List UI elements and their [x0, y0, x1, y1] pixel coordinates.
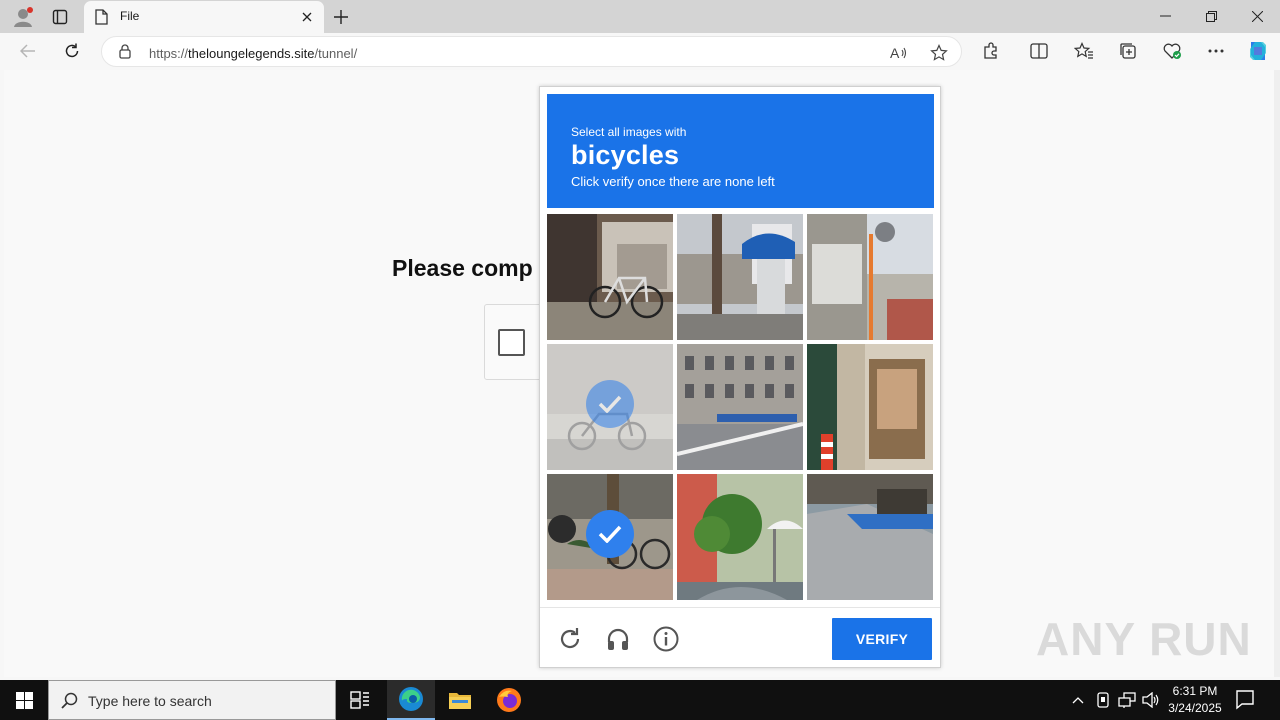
watermark: ANY RUN: [1036, 613, 1252, 665]
collections-icon[interactable]: [1113, 36, 1143, 66]
add-favorite-icon[interactable]: [927, 41, 951, 65]
image-tile-5[interactable]: [677, 344, 803, 470]
page-heading: Please comp: [392, 255, 533, 281]
captcha-challenge: Select all images with bicycles Click ve…: [539, 86, 941, 668]
image-tile-4[interactable]: [547, 344, 673, 470]
browser-essentials-icon[interactable]: [1157, 36, 1187, 66]
clock-time: 6:31 PM: [1172, 684, 1218, 698]
address-bar[interactable]: https://theloungelegends.site/tunnel/ A: [101, 36, 962, 67]
tab-title: File: [120, 9, 140, 23]
url-host: theloungelegends.site: [188, 46, 315, 61]
lock-icon[interactable]: [119, 44, 131, 64]
close-tab-icon[interactable]: [298, 8, 316, 26]
restore-button[interactable]: [1188, 0, 1234, 32]
challenge-subtitle: Select all images with: [571, 125, 687, 139]
start-button[interactable]: [0, 680, 48, 720]
file-icon: [95, 9, 108, 30]
file-explorer-icon[interactable]: [436, 680, 484, 720]
search-placeholder: Type here to search: [88, 693, 212, 709]
challenge-header: Select all images with bicycles Click ve…: [547, 94, 934, 208]
task-view-icon[interactable]: [336, 680, 384, 720]
show-hidden-icons[interactable]: [1067, 690, 1089, 710]
tab-strip: File: [0, 0, 1280, 33]
tab-actions-icon[interactable]: [45, 4, 75, 30]
extensions-icon[interactable]: [976, 36, 1006, 66]
challenge-footer: VERIFY: [540, 607, 940, 667]
svg-text:A: A: [890, 45, 900, 61]
image-tile-2[interactable]: [677, 214, 803, 340]
image-tile-6[interactable]: [807, 344, 933, 470]
captcha-checkbox[interactable]: [498, 329, 525, 356]
audio-challenge-icon[interactable]: [603, 624, 633, 654]
browser-tab[interactable]: File: [84, 1, 324, 33]
image-tile-8[interactable]: [677, 474, 803, 600]
read-aloud-icon[interactable]: A: [887, 41, 911, 65]
challenge-instruction: Click verify once there are none left: [571, 174, 775, 189]
copilot-icon[interactable]: [1243, 36, 1273, 66]
refresh-icon[interactable]: [555, 624, 585, 654]
challenge-target-word: bicycles: [571, 140, 680, 170]
back-button[interactable]: [13, 36, 43, 66]
reload-button[interactable]: [57, 36, 87, 66]
volume-icon[interactable]: [1140, 690, 1162, 710]
taskbar-search[interactable]: Type here to search: [48, 680, 336, 720]
image-tile-9[interactable]: [807, 474, 933, 600]
info-icon[interactable]: [651, 624, 681, 654]
minimize-button[interactable]: [1142, 0, 1188, 32]
device-icon[interactable]: [1092, 690, 1114, 710]
edge-taskbar-icon[interactable]: [387, 680, 435, 720]
url-text: https://theloungelegends.site/tunnel/: [149, 46, 358, 61]
image-tile-3[interactable]: [807, 214, 933, 340]
more-options-icon[interactable]: [1201, 36, 1231, 66]
split-screen-icon[interactable]: [1024, 36, 1054, 66]
system-clock[interactable]: 6:31 PM 3/24/2025: [1160, 683, 1230, 717]
image-tile-1[interactable]: [547, 214, 673, 340]
taskbar: Type here to search 6:31 PM 3/24/2025: [0, 680, 1280, 720]
selected-check-icon: [586, 380, 634, 428]
image-tile-7[interactable]: [547, 474, 673, 600]
notification-icon[interactable]: [1234, 688, 1256, 715]
close-window-button[interactable]: [1234, 0, 1280, 32]
navigation-bar: https://theloungelegends.site/tunnel/ A: [0, 33, 1280, 70]
verify-button[interactable]: VERIFY: [832, 618, 932, 660]
network-icon[interactable]: [1116, 690, 1138, 710]
profile-icon[interactable]: [8, 4, 38, 30]
search-icon: [61, 692, 78, 714]
clock-date: 3/24/2025: [1168, 701, 1222, 715]
page-scrollbar[interactable]: [1274, 70, 1280, 677]
new-tab-button[interactable]: [328, 4, 354, 30]
selected-check-icon: [586, 510, 634, 558]
firefox-icon[interactable]: [485, 680, 533, 720]
favorites-icon[interactable]: [1069, 36, 1099, 66]
